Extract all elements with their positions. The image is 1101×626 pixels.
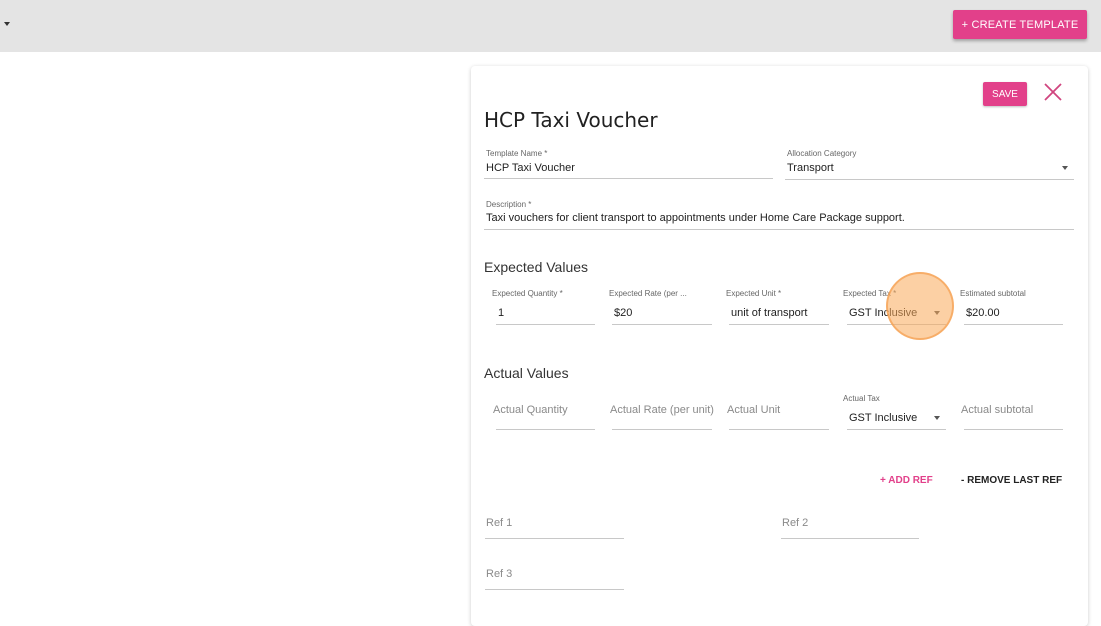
page-title: HCP Taxi Voucher bbox=[484, 108, 658, 132]
close-icon[interactable] bbox=[1043, 82, 1063, 102]
divider bbox=[729, 324, 829, 325]
actual-rate-placeholder: Actual Rate (per unit) bbox=[610, 404, 714, 416]
actual-tax-label: Actual Tax bbox=[843, 394, 880, 403]
description-label: Description * bbox=[486, 200, 532, 209]
description-value: Taxi vouchers for client transport to ap… bbox=[486, 212, 905, 224]
ref1-field[interactable]: Ref 1 bbox=[485, 506, 624, 539]
expected-tax-select[interactable]: Expected Tax * GST Inclusive bbox=[843, 289, 946, 325]
template-name-field[interactable]: Template Name * HCP Taxi Voucher bbox=[484, 149, 773, 179]
expected-quantity-label: Expected Quantity * bbox=[492, 289, 563, 298]
estimated-subtotal-value: $20.00 bbox=[966, 307, 1000, 319]
template-name-value: HCP Taxi Voucher bbox=[486, 162, 575, 174]
divider bbox=[612, 429, 712, 430]
allocation-category-select[interactable]: Allocation Category Transport bbox=[785, 149, 1074, 180]
expected-unit-field[interactable]: Expected Unit * unit of transport bbox=[726, 289, 829, 325]
expected-unit-label: Expected Unit * bbox=[726, 289, 782, 298]
ref1-placeholder: Ref 1 bbox=[486, 517, 513, 529]
chevron-down-icon[interactable] bbox=[934, 311, 940, 315]
expected-rate-value: $20 bbox=[614, 307, 633, 319]
actual-subtotal-field: Actual subtotal bbox=[961, 394, 1063, 430]
expected-values-heading: Expected Values bbox=[484, 259, 589, 275]
actual-values-heading: Actual Values bbox=[484, 365, 569, 381]
divider bbox=[484, 229, 1074, 230]
estimated-subtotal-field: Estimated subtotal $20.00 bbox=[960, 289, 1063, 325]
divider bbox=[612, 324, 712, 325]
divider bbox=[847, 429, 946, 430]
expected-rate-label: Expected Rate (per ... bbox=[609, 289, 687, 298]
actual-tax-select[interactable]: Actual Tax GST Inclusive bbox=[843, 394, 946, 430]
template-name-label: Template Name * bbox=[486, 149, 548, 158]
chevron-down-icon[interactable] bbox=[1062, 166, 1068, 170]
ref2-placeholder: Ref 2 bbox=[782, 517, 809, 529]
expected-quantity-value: 1 bbox=[498, 307, 505, 319]
allocation-category-label: Allocation Category bbox=[787, 149, 857, 158]
divider bbox=[847, 324, 946, 325]
expected-tax-value: GST Inclusive bbox=[849, 307, 918, 319]
divider bbox=[496, 429, 595, 430]
chevron-down-icon[interactable] bbox=[4, 22, 10, 26]
expected-quantity-field[interactable]: Expected Quantity * 1 bbox=[492, 289, 595, 325]
divider bbox=[484, 178, 773, 179]
divider bbox=[485, 538, 624, 539]
chevron-down-icon[interactable] bbox=[934, 416, 940, 420]
expected-tax-label: Expected Tax * bbox=[843, 289, 897, 298]
actual-unit-placeholder: Actual Unit bbox=[727, 404, 781, 416]
allocation-category-value: Transport bbox=[787, 162, 834, 174]
ref3-placeholder: Ref 3 bbox=[486, 568, 513, 580]
expected-rate-field[interactable]: Expected Rate (per ... $20 bbox=[609, 289, 712, 325]
ref2-field[interactable]: Ref 2 bbox=[781, 506, 919, 539]
top-toolbar: + CREATE TEMPLATE bbox=[0, 0, 1101, 52]
estimated-subtotal-label: Estimated subtotal bbox=[960, 289, 1026, 298]
actual-subtotal-placeholder: Actual subtotal bbox=[961, 404, 1034, 416]
divider bbox=[485, 589, 624, 590]
divider bbox=[964, 429, 1063, 430]
divider bbox=[781, 538, 919, 539]
ref3-field[interactable]: Ref 3 bbox=[485, 557, 624, 590]
description-field[interactable]: Description * Taxi vouchers for client t… bbox=[484, 200, 1074, 230]
save-button[interactable]: SAVE bbox=[983, 82, 1027, 106]
actual-quantity-field[interactable]: Actual Quantity bbox=[493, 394, 595, 430]
template-editor-card: SAVE HCP Taxi Voucher Template Name * HC… bbox=[471, 66, 1088, 626]
expected-unit-value: unit of transport bbox=[731, 307, 808, 319]
divider bbox=[964, 324, 1063, 325]
actual-quantity-placeholder: Actual Quantity bbox=[493, 404, 568, 416]
actual-rate-field[interactable]: Actual Rate (per unit) bbox=[610, 394, 714, 430]
divider bbox=[729, 429, 829, 430]
create-template-button[interactable]: + CREATE TEMPLATE bbox=[953, 10, 1087, 39]
divider bbox=[496, 324, 595, 325]
actual-unit-field[interactable]: Actual Unit bbox=[727, 394, 829, 430]
remove-last-ref-button[interactable]: - REMOVE LAST REF bbox=[961, 475, 1062, 486]
add-ref-button[interactable]: + ADD REF bbox=[880, 475, 933, 486]
actual-tax-value: GST Inclusive bbox=[849, 412, 918, 424]
divider bbox=[785, 179, 1074, 180]
